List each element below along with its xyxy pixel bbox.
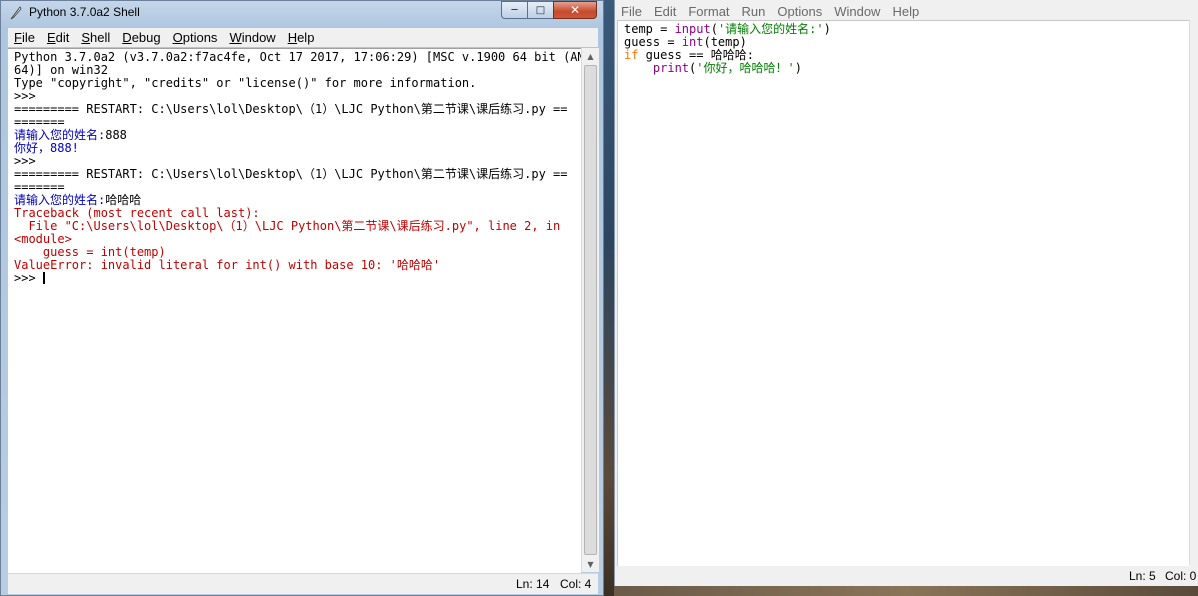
text-line: 请输入您的姓名:888 xyxy=(14,129,581,142)
text-segment: 哈哈哈 xyxy=(105,193,142,207)
editor-menubar: File Edit Format Run Options Window Help xyxy=(615,2,1198,20)
text-segment: Python 3.7.0a2 (v3.7.0a2:f7ac4fe, Oct 17… xyxy=(14,50,581,64)
text-segment: 请输入您的姓名: xyxy=(14,128,106,142)
line-number: Ln: 14 xyxy=(516,577,550,591)
shell-vertical-scrollbar[interactable]: ▲ ▼ xyxy=(581,48,599,572)
text-segment: Type "copyright", "credits" or "license(… xyxy=(14,76,477,90)
minimize-button[interactable]: ─ xyxy=(501,1,527,19)
text-segment: '请输入您的姓名:' xyxy=(717,22,824,36)
maximize-icon: □ xyxy=(535,4,546,16)
text-line: Type "copyright", "credits" or "license(… xyxy=(14,77,581,90)
text-segment: guess = xyxy=(624,35,682,49)
python-feather-icon xyxy=(10,6,22,20)
shell-output-area[interactable]: Python 3.7.0a2 (v3.7.0a2:f7ac4fe, Oct 17… xyxy=(8,48,581,573)
text-line: File "C:\Users\lol\Desktop\（1）\LJC Pytho… xyxy=(14,220,581,233)
scroll-down-icon[interactable]: ▼ xyxy=(582,556,599,572)
text-segment: temp = xyxy=(624,22,675,36)
desktop-background-strip xyxy=(614,586,1198,596)
text-segment: 64)] on win32 xyxy=(14,63,108,77)
text-segment xyxy=(624,61,653,75)
scroll-up-icon[interactable]: ▲ xyxy=(582,48,599,64)
text-cursor xyxy=(42,272,45,284)
text-segment: 请输入您的姓名: xyxy=(14,193,106,207)
close-button[interactable]: ✕ xyxy=(553,1,597,19)
editor-code-area[interactable]: temp = input('请输入您的姓名:') guess = int(temp… xyxy=(617,20,1190,566)
text-segment: >>> xyxy=(14,89,43,103)
shell-menubar: File Edit Shell Debug Options Window Help xyxy=(8,28,598,47)
scroll-thumb[interactable] xyxy=(584,65,597,555)
text-segment: int xyxy=(681,35,704,49)
text-segment: Traceback (most recent call last): xyxy=(14,206,260,220)
text-segment: >>> xyxy=(14,271,43,285)
column-number: Col: 4 xyxy=(560,577,592,591)
text-segment: '你好，哈哈哈！' xyxy=(696,61,795,75)
text-segment: guess == 哈哈哈: xyxy=(638,48,754,62)
text-segment: 888 xyxy=(105,128,127,142)
menu-window[interactable]: Window xyxy=(828,4,886,19)
menu-edit[interactable]: Edit xyxy=(648,4,682,19)
minimize-icon: ─ xyxy=(511,4,518,16)
shell-titlebar[interactable]: Python 3.7.0a2 Shell ─ □ ✕ xyxy=(1,1,603,25)
text-segment: File "C:\Users\lol\Desktop\（1）\LJC Pytho… xyxy=(14,219,561,233)
text-segment: ======= xyxy=(14,115,65,129)
menu-help[interactable]: Help xyxy=(886,4,925,19)
text-line: >>> xyxy=(14,272,581,285)
menu-shell[interactable]: Shell xyxy=(75,30,116,45)
text-segment: guess = int(temp) xyxy=(14,245,166,259)
text-segment: <module> xyxy=(14,232,72,246)
text-segment: if xyxy=(624,48,639,62)
text-segment: (temp) xyxy=(703,35,747,49)
text-line: 你好，888! xyxy=(14,142,581,155)
shell-window: Python 3.7.0a2 Shell ─ □ ✕ File Edit Shell… xyxy=(0,0,604,596)
menu-options[interactable]: Options xyxy=(167,30,224,45)
shell-statusbar: Ln: 14 Col: 4 xyxy=(8,573,598,594)
text-segment: ========= RESTART: C:\Users\lol\Desktop\… xyxy=(14,102,568,116)
text-segment: ValueError: invalid literal for int() wi… xyxy=(14,258,441,272)
text-segment: 你好，888! xyxy=(14,141,79,155)
menu-run[interactable]: Run xyxy=(736,4,772,19)
close-icon: ✕ xyxy=(569,3,581,17)
text-segment: ( xyxy=(710,22,718,36)
editor-vertical-scrollbar[interactable] xyxy=(1189,20,1198,565)
text-segment: ======= xyxy=(14,180,65,194)
text-segment: ) xyxy=(823,22,831,36)
text-line: ========= RESTART: C:\Users\lol\Desktop\… xyxy=(14,103,581,116)
text-segment: >>> xyxy=(14,154,43,168)
menu-debug[interactable]: Debug xyxy=(116,30,166,45)
menu-options[interactable]: Options xyxy=(771,4,828,19)
menu-edit[interactable]: Edit xyxy=(41,30,75,45)
maximize-button[interactable]: □ xyxy=(527,1,553,19)
menu-help[interactable]: Help xyxy=(282,30,321,45)
menu-file[interactable]: File xyxy=(615,4,648,19)
menu-file[interactable]: File xyxy=(8,30,41,45)
text-segment: ) xyxy=(794,61,802,75)
shell-title: Python 3.7.0a2 Shell xyxy=(29,5,140,19)
editor-window: File Edit Format Run Options Window Help temp … xyxy=(614,0,1198,586)
text-segment: print xyxy=(652,61,690,75)
text-line: ValueError: invalid literal for int() wi… xyxy=(14,259,581,272)
editor-statusbar: Ln: 5 Col: 0 xyxy=(615,566,1198,586)
text-segment: ========= RESTART: C:\Users\lol\Desktop\… xyxy=(14,167,568,181)
line-number: Ln: 5 xyxy=(1129,569,1156,583)
menu-format[interactable]: Format xyxy=(682,4,735,19)
menu-window[interactable]: Window xyxy=(223,30,281,45)
text-segment: input xyxy=(674,22,711,36)
text-line: ========= RESTART: C:\Users\lol\Desktop\… xyxy=(14,168,581,181)
text-line: print('你好，哈哈哈！') xyxy=(624,62,1190,75)
column-number: Col: 0 xyxy=(1165,569,1197,583)
